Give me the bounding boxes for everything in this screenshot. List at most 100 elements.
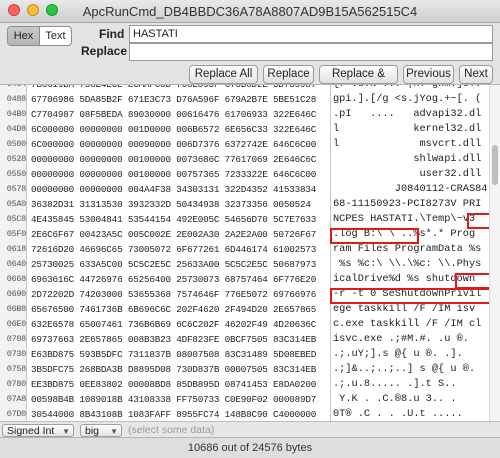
hex-row[interactable]: 07A8 00598B4B 1089018B 43108338 FF750733 … bbox=[0, 392, 500, 407]
vertical-scrollbar[interactable] bbox=[489, 85, 500, 421]
row-ascii[interactable]: ege taskkill /F /IM isv bbox=[333, 302, 475, 317]
hex-view[interactable]: 0464 7B6619DA 758E4E0E ECAAFC0D 7C6E590F … bbox=[0, 85, 500, 421]
row-ascii[interactable]: isvc.exe .;#M.#. .u ®. bbox=[333, 332, 469, 347]
data-value-hint: (select some data) bbox=[128, 424, 215, 436]
row-ascii[interactable]: shlwapi.dll bbox=[333, 152, 481, 167]
replace-button[interactable]: Replace bbox=[263, 65, 314, 84]
hex-row[interactable]: 0708 69737663 2E657865 008B3B23 4DF823FE … bbox=[0, 332, 500, 347]
row-ascii[interactable]: {f .u.N ... |nY gkm.]sY. bbox=[333, 85, 481, 92]
row-offset: 0780 bbox=[6, 379, 27, 389]
row-ascii[interactable]: J0840112-CRAS84 bbox=[333, 182, 488, 197]
row-ascii[interactable]: ram Files ProgramData %s bbox=[333, 242, 481, 257]
hex-row[interactable]: 0730 E63BD875 593B5DFC 7311837B 08007508 … bbox=[0, 347, 500, 362]
hex-row[interactable]: 0550 00000000 00000000 00100000 00757365 … bbox=[0, 167, 500, 182]
row-ascii[interactable]: 68-11150923-PCI8273V PRI bbox=[333, 197, 481, 212]
row-offset: 0488 bbox=[6, 94, 27, 104]
hex-row[interactable]: 04B0 C7704987 08F5BEDA 89030000 00616476 … bbox=[0, 107, 500, 122]
replace-label: Replace bbox=[81, 44, 128, 58]
row-hex-bytes[interactable]: 6C000000 00000000 00090000 006D7376 6372… bbox=[31, 137, 316, 152]
hex-row[interactable]: 0618 72616D20 46696C65 73005072 6F677261 … bbox=[0, 242, 500, 257]
row-hex-bytes[interactable]: 36382D31 31313530 3932332D 50434938 3237… bbox=[31, 197, 311, 212]
row-offset: 05F0 bbox=[6, 229, 27, 239]
replace-input[interactable] bbox=[129, 43, 493, 61]
hex-row[interactable]: 0578 00000000 00000000 004A4F38 34303131 … bbox=[0, 182, 500, 197]
next-button[interactable]: Next bbox=[459, 65, 493, 84]
row-hex-bytes[interactable]: 72616D20 46696C65 73005072 6F677261 6D44… bbox=[31, 242, 316, 257]
row-hex-bytes[interactable]: 2D72202D 74203000 53655368 7574646F 776E… bbox=[31, 287, 316, 302]
hex-row[interactable]: 05C8 4E435845 53004841 53544154 492E005C … bbox=[0, 212, 500, 227]
row-offset: 05A0 bbox=[6, 199, 27, 209]
row-offset: 0690 bbox=[6, 289, 27, 299]
hex-row[interactable]: 0488 67706986 5DA85B2F 671E3C73 D76A596F … bbox=[0, 92, 500, 107]
row-hex-bytes[interactable]: 69737663 2E657865 008B3B23 4DF823FE 0BCF… bbox=[31, 332, 316, 347]
row-hex-bytes[interactable]: 2E6C6F67 00423A5C 005C002E 2E002A30 2A2E… bbox=[31, 227, 316, 242]
hex-row[interactable]: 0464 7B6619DA 758E4E0E ECAAFC0D 7C6E590F … bbox=[0, 85, 500, 92]
row-ascii[interactable]: icalDrive%d %s shutdown bbox=[333, 272, 475, 287]
row-ascii[interactable]: %s %c:\ \\.\%c: \\.Phys bbox=[333, 257, 481, 272]
hex-row[interactable]: 0640 25730025 633A5C00 5C5C2E5C 25633A00 … bbox=[0, 257, 500, 272]
row-hex-bytes[interactable]: 632E6578 65007461 736B6B69 6C6C202F 4620… bbox=[31, 317, 316, 332]
hex-row[interactable]: 05A0 36382D31 31313530 3932332D 50434938 … bbox=[0, 197, 500, 212]
data-inspector-bar: Signed Int ▼ big ▼ (select some data) bbox=[0, 421, 500, 437]
row-ascii[interactable]: Y.K . .C.®8.u 3.. . bbox=[333, 392, 456, 407]
row-hex-bytes[interactable]: 30544000 8B43108B 1083FAFF 8955FC74 148B… bbox=[31, 407, 316, 421]
row-offset: 0500 bbox=[6, 139, 27, 149]
row-ascii[interactable]: l kernel32.dl bbox=[333, 122, 481, 137]
row-hex-bytes[interactable]: 00000000 00000000 004A4F38 34303131 322D… bbox=[31, 182, 316, 197]
row-hex-bytes[interactable]: EE3BD875 0EE83802 00008BD8 85DB895D 0874… bbox=[31, 377, 316, 392]
find-label: Find bbox=[99, 27, 125, 41]
hex-row[interactable]: 0758 3B5DFC75 268BDA3B D8895D08 730D837B … bbox=[0, 362, 500, 377]
replace-and-find-button[interactable]: Replace & Find bbox=[319, 65, 398, 97]
row-hex-bytes[interactable]: 6963616C 44726976 65256400 25730073 6875… bbox=[31, 272, 316, 287]
row-offset: 0758 bbox=[6, 364, 27, 374]
row-ascii[interactable]: NCPES HASTATI.\Temp\~v3 bbox=[333, 212, 475, 227]
row-hex-bytes[interactable]: 3B5DFC75 268BDA3B D8895D08 730D837B 0000… bbox=[31, 362, 316, 377]
replace-all-button[interactable]: Replace All bbox=[189, 65, 258, 84]
hex-mode-button[interactable]: Hex bbox=[8, 27, 40, 45]
row-hex-bytes[interactable]: 65676500 7461736B 6B696C6C 202F4620 2F49… bbox=[31, 302, 316, 317]
row-hex-bytes[interactable]: E63BD875 593B5DFC 7311837B 08007508 83C3… bbox=[31, 347, 316, 362]
row-ascii[interactable]: .;.uY;].s @{ u ®. .]. bbox=[333, 347, 463, 362]
row-ascii[interactable]: c.exe taskkill /F /IM cl bbox=[333, 317, 481, 332]
hex-text-toggle[interactable]: Hex Text bbox=[7, 26, 72, 46]
row-ascii[interactable]: 0T® .C . . .U.t ..... bbox=[333, 407, 463, 421]
row-hex-bytes[interactable]: C7704987 08F5BEDA 89030000 00616476 6170… bbox=[31, 107, 316, 122]
data-type-select[interactable]: Signed Int ▼ bbox=[2, 424, 74, 437]
row-ascii[interactable]: .;.u.8..... .].t S.. bbox=[333, 377, 457, 392]
hex-row[interactable]: 04D8 6C000000 00000000 001D0000 006B6572 … bbox=[0, 122, 500, 137]
row-offset: 04B0 bbox=[6, 109, 27, 119]
row-hex-bytes[interactable]: 7B6619DA 758E4E0E ECAAFC0D 7C6E590F 676B… bbox=[31, 85, 316, 92]
row-ascii[interactable]: l msvcrt.dll bbox=[333, 137, 481, 152]
find-input[interactable]: HASTATI bbox=[129, 25, 493, 43]
hex-row[interactable]: 0780 EE3BD875 0EE83802 00008BD8 85DB895D … bbox=[0, 377, 500, 392]
row-hex-bytes[interactable]: 67706986 5DA85B2F 671E3C73 D76A596F 679A… bbox=[31, 92, 316, 107]
row-ascii[interactable]: .pI .... advapi32.dl bbox=[333, 107, 481, 122]
row-hex-bytes[interactable]: 6C000000 00000000 001D0000 006B6572 6E65… bbox=[31, 122, 316, 137]
hex-row[interactable]: 06E0 632E6578 65007461 736B6B69 6C6C202F … bbox=[0, 317, 500, 332]
row-offset: 0578 bbox=[6, 184, 27, 194]
find-buttons: Replace All Replace Replace & Find Previ… bbox=[0, 65, 500, 97]
endian-select[interactable]: big ▼ bbox=[80, 424, 122, 437]
bytes-status: 10686 out of 24576 bytes bbox=[0, 437, 500, 458]
row-offset: 0668 bbox=[6, 274, 27, 284]
hex-row[interactable]: 0500 6C000000 00000000 00090000 006D7376 … bbox=[0, 137, 500, 152]
row-ascii[interactable]: user32.dll bbox=[333, 167, 482, 182]
hex-row[interactable]: 0668 6963616C 44726976 65256400 25730073 … bbox=[0, 272, 500, 287]
row-ascii[interactable]: gpi.].[/g <s.jYog.+~[. ( bbox=[333, 92, 481, 107]
row-hex-bytes[interactable]: 00598B4B 1089018B 43108338 FF750733 C0E9… bbox=[31, 392, 316, 407]
row-hex-bytes[interactable]: 00000000 00000000 00100000 0073686C 7761… bbox=[31, 152, 316, 167]
row-hex-bytes[interactable]: 25730025 633A5C00 5C5C2E5C 25633A00 5C5C… bbox=[31, 257, 316, 272]
scrollbar-thumb[interactable] bbox=[492, 145, 498, 185]
row-ascii[interactable]: .;]&..;..;..] s @{ u ®. bbox=[333, 362, 475, 377]
hex-row[interactable]: 06B8 65676500 7461736B 6B696C6C 202F4620 … bbox=[0, 302, 500, 317]
hex-row[interactable]: 07D0 30544000 8B43108B 1083FAFF 8955FC74 … bbox=[0, 407, 500, 421]
row-offset: 07D0 bbox=[6, 409, 27, 419]
row-hex-bytes[interactable]: 00000000 00000000 00100000 00757365 7233… bbox=[31, 167, 316, 182]
text-mode-button[interactable]: Text bbox=[40, 27, 71, 45]
hex-row[interactable]: 0528 00000000 00000000 00100000 0073686C … bbox=[0, 152, 500, 167]
hex-row[interactable]: 05F0 2E6C6F67 00423A5C 005C002E 2E002A30 … bbox=[0, 227, 500, 242]
window-title: ApcRunCmd_DB4BBDC36A78A8807AD9B15A562515… bbox=[82, 4, 418, 19]
row-hex-bytes[interactable]: 4E435845 53004841 53544154 492E005C 5465… bbox=[31, 212, 316, 227]
previous-button[interactable]: Previous bbox=[403, 65, 454, 84]
endian-value: big bbox=[85, 425, 100, 437]
